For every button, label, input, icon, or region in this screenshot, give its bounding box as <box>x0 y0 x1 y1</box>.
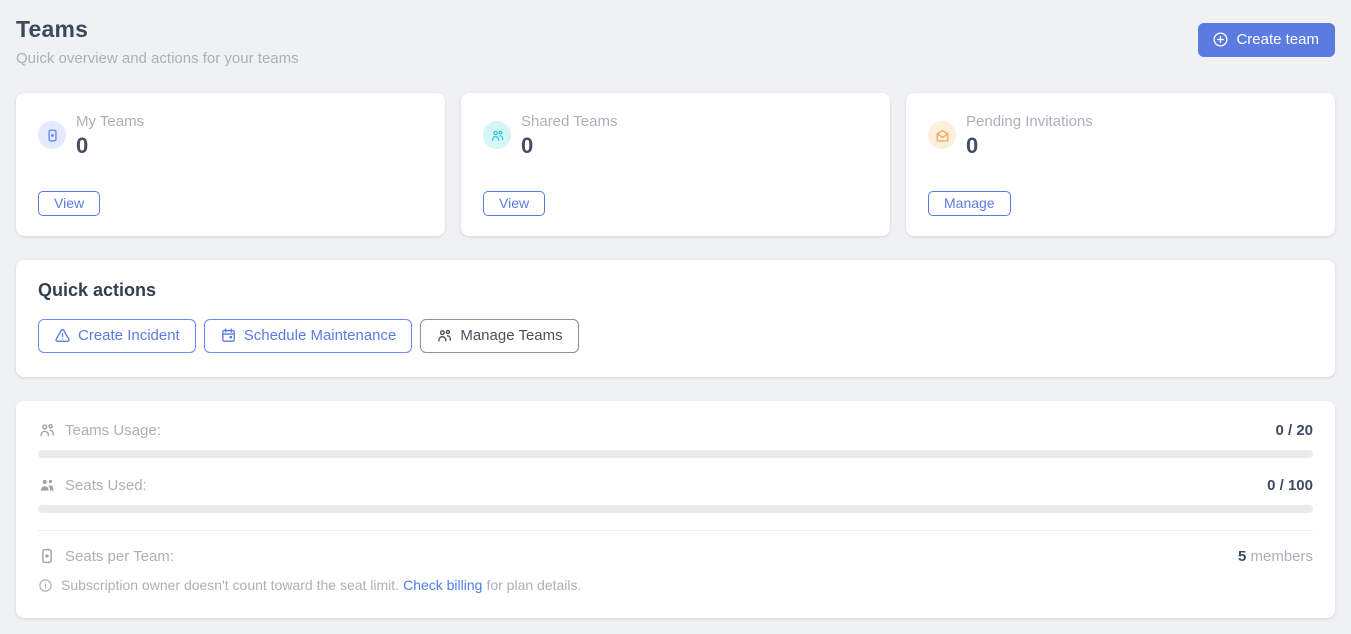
stat-value: 0 <box>76 133 144 159</box>
seats-used-value: 0 / 100 <box>1267 477 1313 494</box>
header-text: Teams Quick overview and actions for you… <box>16 16 299 67</box>
schedule-maintenance-label: Schedule Maintenance <box>244 327 397 344</box>
divider <box>38 530 1313 531</box>
page-subtitle: Quick overview and actions for your team… <box>16 50 299 67</box>
manage-teams-label: Manage Teams <box>460 327 562 344</box>
create-incident-label: Create Incident <box>78 327 180 344</box>
stats-row: My Teams 0 View Shared Teams 0 View <box>16 93 1335 236</box>
usage-card: Teams Usage: 0 / 20 Seats Used: 0 / 100 <box>16 401 1335 618</box>
create-team-button[interactable]: Create team <box>1198 23 1335 57</box>
stat-value: 0 <box>966 133 1093 159</box>
teams-page: Teams Quick overview and actions for you… <box>0 0 1351 634</box>
quick-actions-row: Create Incident Schedule Maintenance Man… <box>38 319 1313 353</box>
seats-per-team-unit: members <box>1246 548 1313 565</box>
seats-per-team-label: Seats per Team: <box>65 548 174 565</box>
shared-teams-card: Shared Teams 0 View <box>461 93 890 236</box>
users-filled-icon <box>38 476 56 494</box>
view-shared-teams-button[interactable]: View <box>483 191 545 216</box>
manage-teams-button[interactable]: Manage Teams <box>420 319 578 353</box>
teams-usage-progressbar <box>38 450 1313 458</box>
page-header: Teams Quick overview and actions for you… <box>16 16 1335 67</box>
create-team-label: Create team <box>1236 31 1319 48</box>
pending-invitations-card: Pending Invitations 0 Manage <box>906 93 1335 236</box>
create-incident-button[interactable]: Create Incident <box>38 319 196 353</box>
stat-label: Shared Teams <box>521 113 617 130</box>
note-suffix: for plan details. <box>486 577 581 593</box>
manage-invitations-button[interactable]: Manage <box>928 191 1011 216</box>
plus-circle-icon <box>1212 31 1229 48</box>
mail-opened-icon <box>928 121 956 149</box>
stat-label: Pending Invitations <box>966 113 1093 130</box>
seats-per-team-row: Seats per Team: 5 members <box>38 547 1313 565</box>
id-badge-icon <box>38 121 66 149</box>
view-my-teams-button[interactable]: View <box>38 191 100 216</box>
teams-usage-label: Teams Usage: <box>65 422 161 439</box>
seats-per-team-value: 5 members <box>1238 548 1313 565</box>
stat-value: 0 <box>521 133 617 159</box>
check-billing-link[interactable]: Check billing <box>403 577 482 593</box>
users-outline-icon <box>38 421 56 439</box>
teams-usage-value: 0 / 20 <box>1275 422 1313 439</box>
schedule-maintenance-button[interactable]: Schedule Maintenance <box>204 319 413 353</box>
calendar-icon <box>220 327 237 344</box>
note-text: Subscription owner doesn't count toward … <box>61 577 399 593</box>
seats-used-progressbar <box>38 505 1313 513</box>
teams-usage-row: Teams Usage: 0 / 20 <box>38 421 1313 439</box>
seats-used-label: Seats Used: <box>65 477 147 494</box>
stat-label: My Teams <box>76 113 144 130</box>
users-icon <box>483 121 511 149</box>
quick-actions-title: Quick actions <box>38 280 1313 301</box>
id-badge-icon <box>38 547 56 565</box>
page-title: Teams <box>16 16 299 43</box>
my-teams-card: My Teams 0 View <box>16 93 445 236</box>
info-circle-icon <box>38 578 53 593</box>
quick-actions-card: Quick actions Create Incident Schedule M… <box>16 260 1335 377</box>
alert-triangle-icon <box>54 327 71 344</box>
seats-used-row: Seats Used: 0 / 100 <box>38 476 1313 494</box>
users-icon <box>436 327 453 344</box>
seat-limit-note: Subscription owner doesn't count toward … <box>38 577 1313 593</box>
